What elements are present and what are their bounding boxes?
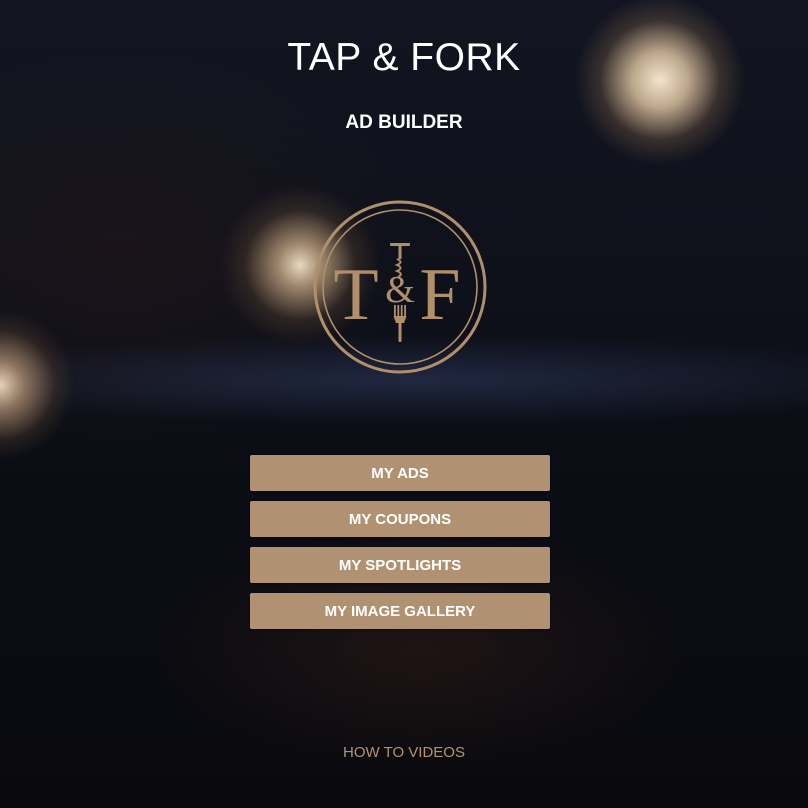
logo-ampersand: & xyxy=(385,269,415,311)
app-subtitle: AD BUILDER xyxy=(345,112,463,133)
app-title: TAP & FORK xyxy=(287,36,521,79)
my-image-gallery-button[interactable]: MY IMAGE GALLERY xyxy=(250,593,550,629)
tap-and-fork-logo: T & F xyxy=(313,200,487,374)
my-ads-button[interactable]: MY ADS xyxy=(250,455,550,491)
logo-letter-f: F xyxy=(419,254,460,336)
logo-letter-t: T xyxy=(333,254,378,336)
app-screen: TAP & FORK AD BUILDER T & F MY ADS MY CO… xyxy=(0,0,808,808)
my-coupons-button[interactable]: MY COUPONS xyxy=(250,501,550,537)
main-menu: MY ADS MY COUPONS MY SPOTLIGHTS MY IMAGE… xyxy=(250,455,550,629)
my-spotlights-button[interactable]: MY SPOTLIGHTS xyxy=(250,547,550,583)
how-to-videos-link[interactable]: HOW TO VIDEOS xyxy=(0,744,808,761)
